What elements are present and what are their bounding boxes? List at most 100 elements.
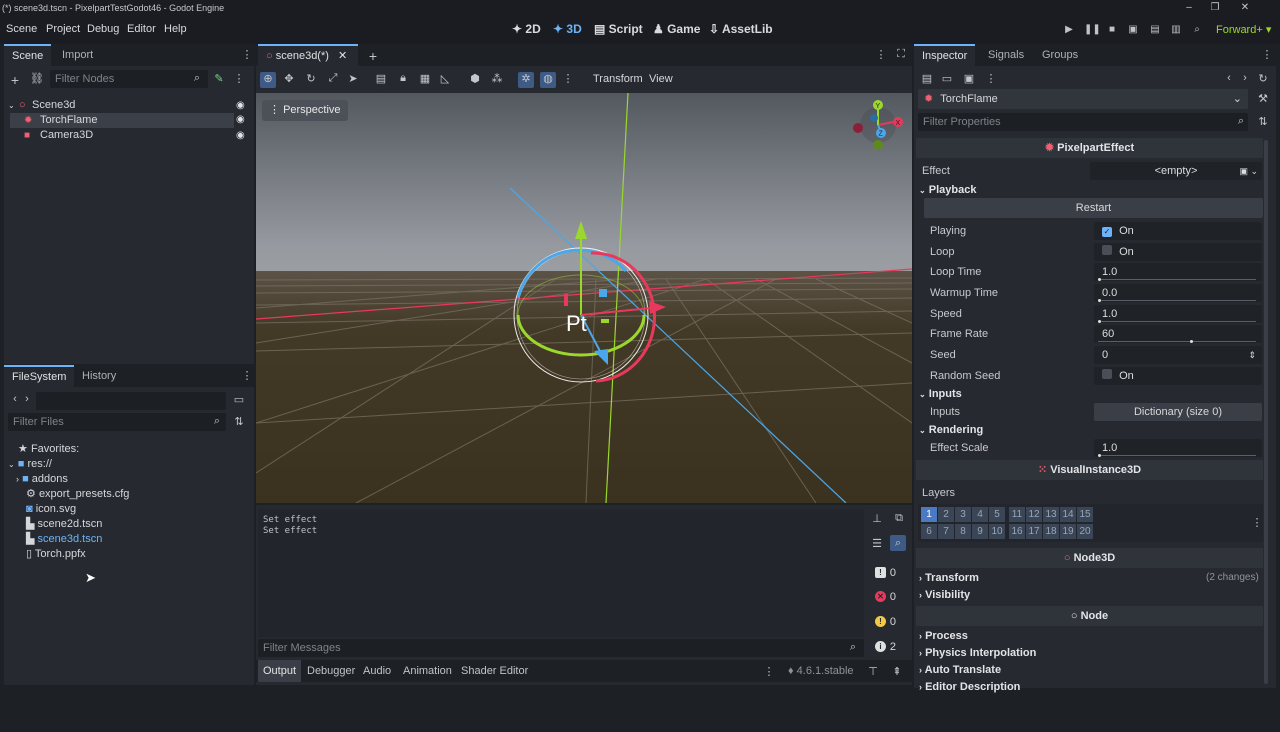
dock-menu-icon[interactable]: ⋮ xyxy=(240,48,254,61)
menu-project[interactable]: Project xyxy=(46,23,80,35)
slider-handle[interactable] xyxy=(1098,320,1101,323)
new-resource-icon[interactable]: ▤ xyxy=(920,72,934,85)
tab-filesystem[interactable]: FileSystem xyxy=(4,365,75,387)
editor-description-group[interactable]: › Editor Description xyxy=(919,681,1020,693)
layer-7[interactable]: 7 xyxy=(938,524,954,539)
layer-17[interactable]: 17 xyxy=(1026,524,1042,539)
global-icon[interactable]: ◍ xyxy=(540,72,556,88)
tree-row-torchflame[interactable]: ✹ TorchFlame xyxy=(10,113,234,128)
workspace-script-button[interactable]: ▤ Script xyxy=(594,22,643,36)
forward-icon[interactable]: › xyxy=(20,393,34,405)
tab-signals[interactable]: Signals xyxy=(980,44,1032,66)
filter-nodes-input[interactable]: Filter Nodes xyxy=(50,70,208,88)
workspace-assetlib-button[interactable]: ⇩ AssetLib xyxy=(709,22,773,36)
maximize-icon[interactable]: ❐ xyxy=(1202,0,1228,16)
stop-icon[interactable]: ■ xyxy=(1105,24,1119,35)
warmup-slider[interactable]: 0.0 xyxy=(1094,284,1262,302)
add-node-icon[interactable]: + xyxy=(8,72,22,88)
sort-icon[interactable]: ⇅ xyxy=(232,415,246,428)
workspace-2d-button[interactable]: ✦ 2D xyxy=(512,22,541,36)
layer-5[interactable]: 5 xyxy=(989,507,1005,522)
restart-button[interactable]: Restart xyxy=(924,198,1263,218)
info-count-button[interactable]: i2 xyxy=(870,637,900,657)
process-group[interactable]: › Process xyxy=(919,630,968,642)
history-forward-icon[interactable]: › xyxy=(1238,72,1252,84)
tab-debugger[interactable]: Debugger xyxy=(302,660,360,682)
path-field[interactable] xyxy=(36,392,226,410)
renderer-select[interactable]: Forward+ ▾ xyxy=(1216,23,1271,36)
layers-menu-icon[interactable]: ⋮ xyxy=(1250,516,1264,529)
filter-messages-input[interactable]: Filter Messages xyxy=(258,639,864,657)
close-window-icon[interactable]: ✕ xyxy=(1232,0,1258,16)
file-row-scene3d[interactable]: ▙ scene3d.tscn xyxy=(26,532,102,547)
open-resource-icon[interactable]: ▭ xyxy=(940,72,954,85)
layer-1[interactable]: 1 xyxy=(921,507,937,522)
file-row-torch-ppfx[interactable]: ▯ Torch.ppfx xyxy=(26,547,86,562)
scene-menu-icon[interactable]: ⋮ xyxy=(232,72,246,85)
tree-row-scene3d[interactable]: ⌄ ○ Scene3d ◉ xyxy=(4,98,254,113)
layer-15[interactable]: 15 xyxy=(1077,507,1093,522)
favorites-row[interactable]: ★ Favorites: xyxy=(18,442,79,457)
layer-3[interactable]: 3 xyxy=(955,507,971,522)
transform-group[interactable]: › Transform xyxy=(919,572,979,584)
tab-history[interactable]: History xyxy=(74,365,124,387)
layer-18[interactable]: 18 xyxy=(1043,524,1059,539)
scale-tool-icon[interactable]: ⤢ xyxy=(326,72,340,85)
playback-group[interactable]: ⌄ Playback xyxy=(919,184,976,196)
pin-icon[interactable]: ⊤ xyxy=(866,665,880,678)
playing-checkbox[interactable]: ✓ On xyxy=(1094,222,1262,240)
expand-arrow-icon[interactable]: › xyxy=(16,474,19,484)
node-selector[interactable]: ✹ TorchFlame ⌄ xyxy=(918,89,1248,109)
history-back-icon[interactable]: ‹ xyxy=(1222,72,1236,84)
menu-scene[interactable]: Scene xyxy=(6,23,37,35)
layer-11[interactable]: 11 xyxy=(1009,507,1025,522)
visibility-eye-icon[interactable]: ◉ xyxy=(236,128,245,143)
layer-4[interactable]: 4 xyxy=(972,507,988,522)
ruler-icon[interactable]: ▤ xyxy=(374,72,388,85)
tab-scene[interactable]: Scene xyxy=(4,44,52,66)
menu-editor[interactable]: Editor xyxy=(127,23,156,35)
effect-scale-slider[interactable]: 1.0 xyxy=(1094,439,1262,457)
physics-interpolation-group[interactable]: › Physics Interpolation xyxy=(919,647,1036,659)
node-tools-icon[interactable]: ⚒ xyxy=(1256,92,1270,105)
spinner-arrows-icon[interactable]: ⇕ xyxy=(1248,346,1256,364)
distraction-free-icon[interactable]: ⛶ xyxy=(894,48,908,61)
inputs-dictionary-button[interactable]: Dictionary (size 0) xyxy=(1094,403,1262,421)
bone-icon[interactable]: ◺ xyxy=(438,72,452,85)
tab-inspector[interactable]: Inspector xyxy=(914,44,976,66)
list-select-icon[interactable]: ➤ xyxy=(346,72,360,85)
tab-output[interactable]: Output xyxy=(258,660,302,682)
minimize-icon[interactable]: – xyxy=(1176,0,1202,16)
seed-spinbox[interactable]: 0 ⇕ xyxy=(1094,346,1262,364)
file-row-export-presets[interactable]: ⚙ export_presets.cfg xyxy=(26,487,129,502)
dock-menu-icon[interactable]: ⋮ xyxy=(240,369,254,382)
slider-handle[interactable] xyxy=(1098,299,1101,302)
viewport-3d[interactable]: Pt X Y Z ⋮ Perspective xyxy=(256,93,912,503)
property-sort-icon[interactable]: ⇅ xyxy=(1256,115,1270,128)
split-view-icon[interactable]: ▭ xyxy=(232,393,246,406)
collapse-arrow-icon[interactable]: ⌄ xyxy=(8,460,15,469)
filter-properties-input[interactable]: Filter Properties xyxy=(918,113,1248,131)
history-icon[interactable]: ↻ xyxy=(1256,72,1270,85)
attach-script-icon[interactable]: ✎ xyxy=(212,72,226,85)
visibility-group[interactable]: › Visibility xyxy=(919,589,970,601)
file-row-icon-svg[interactable]: ◙ icon.svg xyxy=(26,502,76,517)
perspective-button[interactable]: ⋮ Perspective xyxy=(262,100,348,121)
loop-time-slider[interactable]: 1.0 xyxy=(1094,263,1262,281)
lock-icon[interactable]: 🔒︎ xyxy=(396,72,410,85)
effect-gizmo-label[interactable]: Pt xyxy=(566,311,587,336)
clear-log-icon[interactable]: ⊥ xyxy=(870,512,884,525)
remote-debug-icon[interactable]: ▣ xyxy=(1126,24,1140,35)
layer-20[interactable]: 20 xyxy=(1077,524,1093,539)
layer-14[interactable]: 14 xyxy=(1060,507,1076,522)
mesh-icon[interactable]: ⬢ xyxy=(468,72,482,85)
workspace-3d-button[interactable]: ✦ 3D xyxy=(553,22,582,36)
slider-handle[interactable] xyxy=(1098,278,1101,281)
move-tool-icon[interactable]: ✥ xyxy=(282,72,296,85)
local-space-icon[interactable]: ✲ xyxy=(518,72,534,88)
layer-13[interactable]: 13 xyxy=(1043,507,1059,522)
play-icon[interactable]: ▶ xyxy=(1062,24,1076,35)
resource-menu-icon[interactable]: ⋮ xyxy=(984,72,998,85)
new-tab-icon[interactable]: + xyxy=(366,48,380,64)
save-resource-icon[interactable]: ▣ xyxy=(962,72,976,85)
